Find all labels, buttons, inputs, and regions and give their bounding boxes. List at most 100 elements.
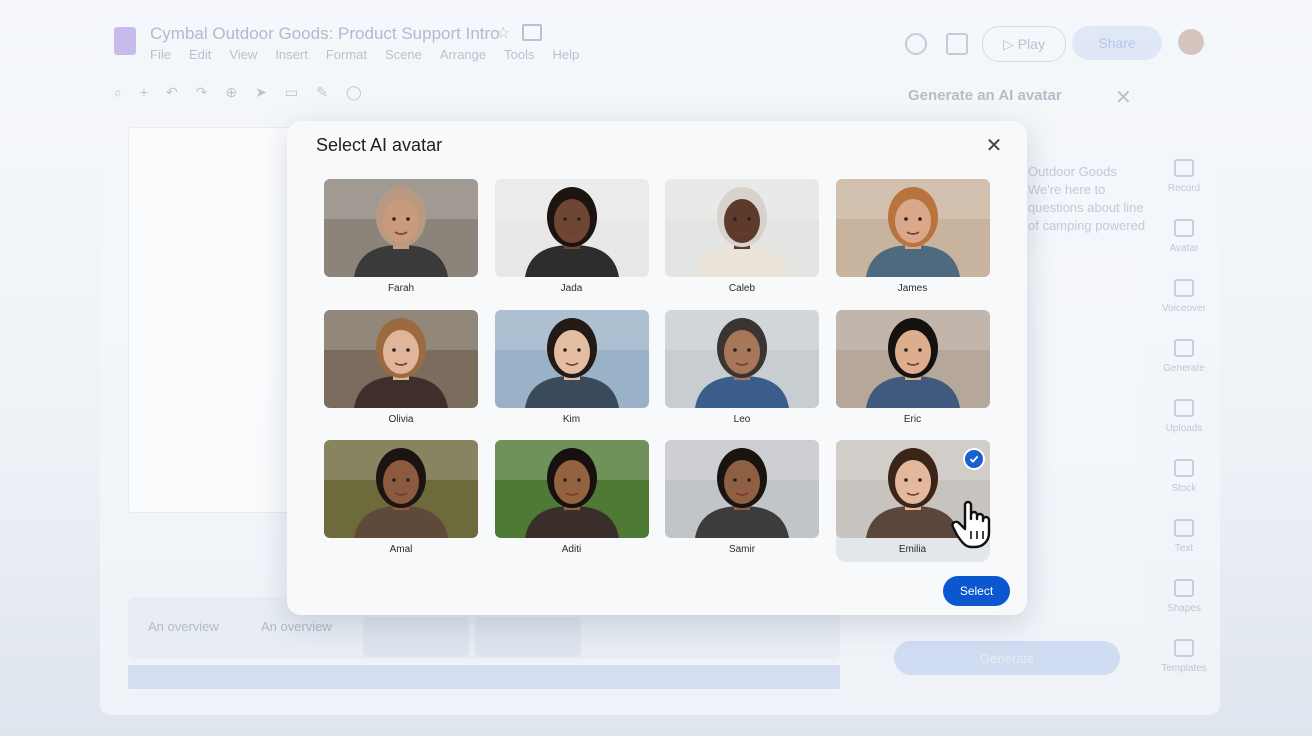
dialog-title: Select AI avatar: [316, 135, 443, 155]
record-icon: [1174, 159, 1194, 177]
rail-item-generate[interactable]: Generate: [1152, 339, 1216, 395]
menu-help[interactable]: Help: [552, 47, 579, 62]
rail-item-uploads[interactable]: Uploads: [1152, 399, 1216, 455]
paint-icon[interactable]: ✎: [316, 84, 328, 101]
play-label: Play: [1017, 36, 1045, 52]
rail-label: Generate: [1163, 363, 1205, 374]
avatar-name: Amal: [389, 544, 413, 555]
avatar-thumbnail: [494, 440, 649, 538]
rail-item-stock[interactable]: Stock: [1152, 459, 1216, 515]
timeline-clip[interactable]: [363, 617, 469, 657]
avatar-option[interactable]: Olivia: [324, 309, 478, 432]
generate-button[interactable]: Generate: [894, 641, 1120, 675]
timeline-clip[interactable]: [475, 617, 581, 657]
avatar-name: Farah: [387, 283, 415, 294]
avatar-thumbnail: [835, 179, 990, 277]
select-avatar-dialog: Select AI avatar ✕ Farah Jada Caleb James Ol…: [287, 121, 1027, 615]
stock-icon: [1174, 459, 1194, 477]
pointer-icon[interactable]: ➤: [255, 84, 267, 101]
share-label: Share: [1098, 35, 1136, 51]
tool-rail: Record Avatar Voiceover Generate Uploads…: [1152, 155, 1216, 695]
menu-view[interactable]: View: [229, 47, 257, 62]
rail-label: Stock: [1171, 483, 1197, 494]
menu-format[interactable]: Format: [326, 47, 367, 62]
avatar-option[interactable]: Jada: [494, 179, 649, 301]
uploads-icon: [1174, 399, 1194, 417]
voiceover-icon: [1174, 279, 1194, 297]
share-button[interactable]: Share: [1072, 26, 1162, 60]
rail-item-text[interactable]: Text: [1152, 519, 1216, 575]
avatar-thumbnail: [324, 309, 478, 408]
avatar-option[interactable]: Kim: [494, 309, 649, 432]
timeline-scene-label[interactable]: An overview: [148, 619, 219, 634]
menu-insert[interactable]: Insert: [275, 47, 308, 62]
select-label: Select: [959, 584, 994, 598]
avatar-option[interactable]: Samir: [665, 440, 819, 562]
menu-bar: File Edit View Insert Format Scene Arran…: [150, 47, 579, 62]
add-icon[interactable]: +: [140, 84, 148, 100]
textbox-icon[interactable]: ▭: [285, 84, 298, 101]
rail-label: Shapes: [1167, 603, 1201, 614]
document-title[interactable]: Cymbal Outdoor Goods: Product Support In…: [150, 24, 500, 44]
rail-label: Avatar: [1169, 243, 1199, 254]
avatar-name: Caleb: [728, 283, 756, 294]
undo-icon[interactable]: ↶: [166, 84, 178, 101]
avatar-option[interactable]: Caleb: [665, 179, 819, 301]
avatar-name: Eric: [903, 413, 922, 425]
avatar-thumbnail: [494, 179, 649, 277]
avatar-thumbnail: [494, 309, 649, 408]
generate-label: Generate: [979, 650, 1035, 666]
panel-title: Generate an AI avatar: [908, 87, 1062, 104]
menu-scene[interactable]: Scene: [385, 47, 422, 62]
star-icon[interactable]: ☆: [496, 23, 510, 43]
avatar-name: Jada: [560, 283, 583, 294]
rail-item-templates[interactable]: Templates: [1152, 639, 1216, 695]
avatar-option[interactable]: Farah: [324, 179, 478, 301]
play-button[interactable]: ▷ Play: [982, 26, 1066, 62]
avatar-thumbnail: [665, 179, 819, 277]
rail-label: Text: [1174, 543, 1194, 554]
avatar-thumbnail: [324, 179, 478, 277]
redo-icon[interactable]: ↷: [196, 84, 208, 101]
avatar-name: James: [897, 283, 928, 294]
avatar-thumbnail: [665, 309, 819, 408]
menu-edit[interactable]: Edit: [189, 47, 211, 62]
avatar-thumbnail: [835, 309, 990, 408]
editor-toolbar: ⌕ + ↶ ↷ ⊕ ➤ ▭ ✎ ◯: [114, 77, 834, 107]
folder-icon[interactable]: [522, 24, 542, 41]
menu-tools[interactable]: Tools: [504, 47, 534, 62]
avatar-thumbnail: [665, 440, 819, 538]
menu-file[interactable]: File: [150, 47, 171, 62]
rail-item-record[interactable]: Record: [1152, 159, 1216, 215]
user-avatar[interactable]: [1178, 29, 1204, 55]
close-icon[interactable]: ✕: [1115, 85, 1132, 110]
rail-item-avatar[interactable]: Avatar: [1152, 219, 1216, 275]
avatar-option[interactable]: Leo: [665, 309, 819, 432]
rail-item-voiceover[interactable]: Voiceover: [1152, 279, 1216, 335]
history-icon[interactable]: [905, 33, 927, 55]
search-icon[interactable]: ⌕: [114, 84, 122, 101]
generate-icon: [1174, 339, 1194, 357]
menu-arrange[interactable]: Arrange: [440, 47, 486, 62]
shape-icon[interactable]: ◯: [346, 84, 362, 101]
timeline-scene-label[interactable]: An overview: [261, 619, 332, 634]
app-logo: [114, 27, 136, 55]
avatar-option[interactable]: Aditi: [494, 440, 649, 562]
avatar-thumbnail: [324, 440, 478, 538]
avatar-icon: [1174, 219, 1194, 237]
avatar-option[interactable]: Eric: [835, 309, 990, 432]
close-icon[interactable]: ✕: [981, 132, 1007, 158]
avatar-option[interactable]: James: [835, 179, 990, 301]
avatar-option[interactable]: Amal: [324, 440, 478, 562]
rail-item-shapes[interactable]: Shapes: [1152, 579, 1216, 635]
templates-icon: [1174, 639, 1194, 657]
avatar-name: Olivia: [388, 413, 414, 425]
select-button[interactable]: Select: [943, 576, 1010, 606]
audio-track[interactable]: [128, 665, 840, 689]
shapes-icon: [1174, 579, 1194, 597]
avatar-name: Leo: [733, 413, 751, 425]
rail-label: Record: [1167, 183, 1201, 194]
zoom-icon[interactable]: ⊕: [226, 84, 238, 101]
text-icon: [1174, 519, 1194, 537]
comment-icon[interactable]: [946, 33, 968, 55]
